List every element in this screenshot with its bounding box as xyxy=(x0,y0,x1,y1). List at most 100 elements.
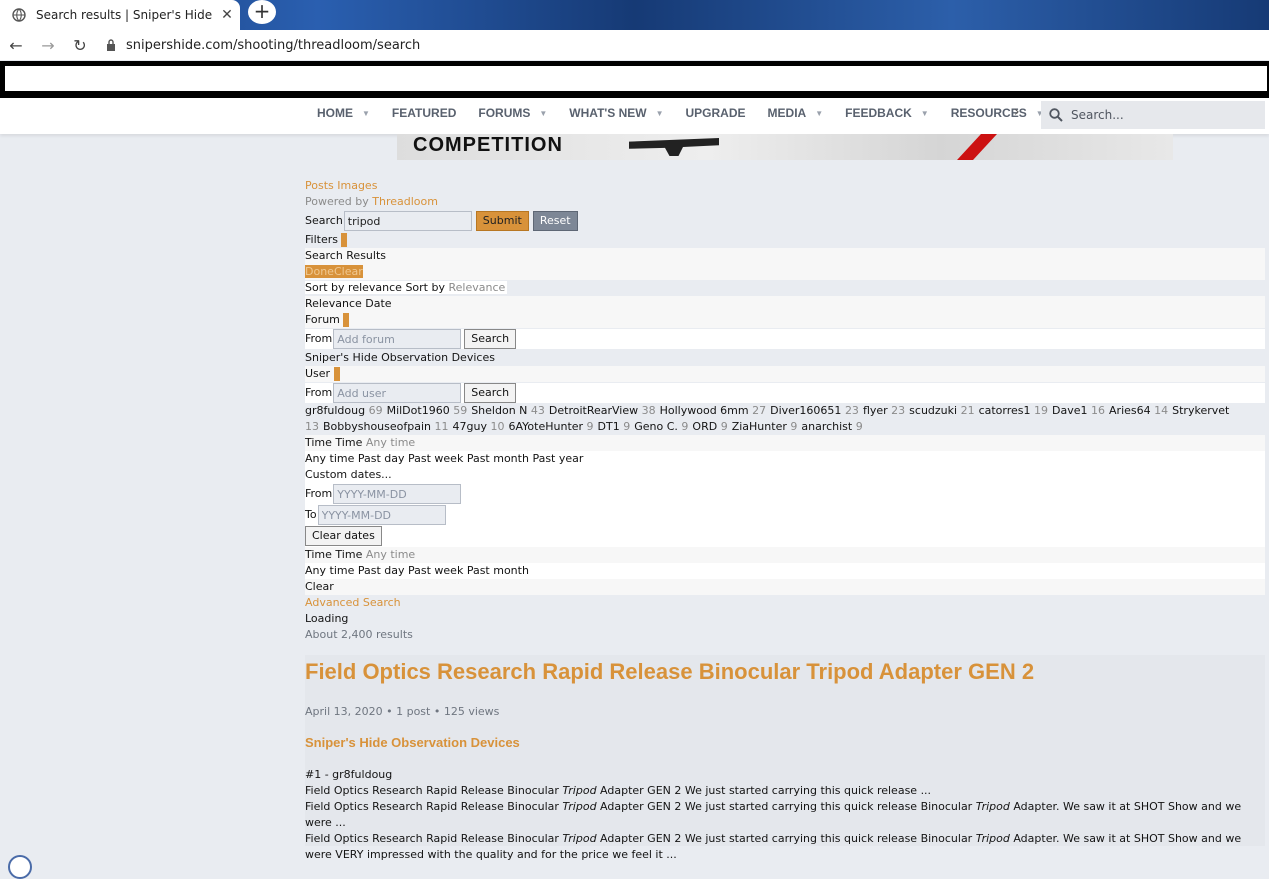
user-chevron-icon[interactable] xyxy=(333,367,340,381)
time-row-2[interactable]: Time Time Any time xyxy=(305,547,1265,563)
caret-down-icon[interactable]: ▼ xyxy=(921,109,929,118)
forum-toggle[interactable]: Forum xyxy=(305,312,1265,328)
date-from-input[interactable] xyxy=(333,484,462,504)
user-filter-item[interactable]: 6AYoteHunter xyxy=(508,420,583,433)
search-input[interactable] xyxy=(343,211,472,231)
user-filter-item[interactable]: Dave1 xyxy=(1052,404,1088,417)
add-forum-input[interactable] xyxy=(333,329,462,349)
snippet-1: Field Optics Research Rapid Release Bino… xyxy=(305,784,932,797)
nav-item-feedback[interactable]: FEEDBACK ▼ xyxy=(845,106,929,120)
close-icon[interactable]: ✕ xyxy=(214,7,240,23)
date-to-input[interactable] xyxy=(317,505,446,525)
scroll-indicator[interactable] xyxy=(8,855,32,879)
browser-tab[interactable]: Search results | Sniper's Hide For ✕ xyxy=(0,0,240,30)
reload-icon[interactable]: ↻ xyxy=(64,36,96,55)
blank-bar xyxy=(5,66,1267,91)
custom-dates[interactable]: Custom dates... xyxy=(305,467,1265,483)
user-filter-item[interactable]: flyer xyxy=(863,404,888,417)
user-filter-item[interactable]: Hollywood 6mm xyxy=(660,404,749,417)
nav-item-featured[interactable]: FEATURED xyxy=(392,106,456,120)
new-tab-button[interactable]: + xyxy=(248,0,276,24)
forum-search-button[interactable]: Search xyxy=(464,329,517,349)
time-options-2[interactable]: Any time Past day Past week Past month xyxy=(305,563,1265,579)
clear-dates-button[interactable]: Clear dates xyxy=(305,526,382,546)
date-to-label: To xyxy=(305,508,317,521)
filters-toggle[interactable]: Filters xyxy=(305,232,1265,248)
user-post-count: 9 xyxy=(681,420,689,433)
user-filter-item[interactable]: Strykervet xyxy=(1172,404,1229,417)
user-filter-item[interactable]: ZiaHunter xyxy=(732,420,787,433)
lock-icon xyxy=(107,39,115,51)
nav-item-upgrade[interactable]: UPGRADE xyxy=(686,106,746,120)
user-toggle[interactable]: User xyxy=(305,366,1265,382)
nav-item-home[interactable]: HOME ▼ xyxy=(317,106,370,120)
done-button[interactable]: Done xyxy=(305,265,334,278)
post-number: #1 - gr8fuldoug xyxy=(305,768,393,781)
user-filter-item[interactable]: Bobbyshouseofpain xyxy=(323,420,431,433)
caret-down-icon[interactable]: ▼ xyxy=(539,109,547,118)
advanced-search-link[interactable]: Advanced Search xyxy=(305,595,1265,611)
result-post[interactable]: #1 - gr8fuldoug Field Optics Research Ra… xyxy=(305,767,1265,863)
nav-item-forums[interactable]: FORUMS ▼ xyxy=(478,106,547,120)
user-from-label: From xyxy=(305,386,333,399)
caret-down-icon[interactable]: ▼ xyxy=(815,109,823,118)
submit-button[interactable]: Submit xyxy=(475,211,529,231)
search-tabs[interactable]: Posts Images xyxy=(305,178,1265,194)
search-row: Search SubmitReset xyxy=(305,211,1265,231)
clear-button[interactable]: Clear xyxy=(333,265,363,278)
user-search-button[interactable]: Search xyxy=(464,383,517,403)
nav-search-box[interactable]: Search... xyxy=(1041,101,1265,129)
chevron-right-icon[interactable]: › xyxy=(1014,104,1020,120)
user-filter-item[interactable]: DetroitRearView xyxy=(549,404,638,417)
user-filter-item[interactable]: Diver160651 xyxy=(770,404,841,417)
result-count: About 2,400 results xyxy=(305,628,413,641)
nav-item-what-s-new[interactable]: WHAT'S NEW ▼ xyxy=(569,106,663,120)
date-from-label: From xyxy=(305,487,333,500)
date-to-row: To xyxy=(305,504,1265,525)
nav-item-media[interactable]: MEDIA ▼ xyxy=(768,106,824,120)
user-filter-item[interactable]: Geno C. xyxy=(634,420,678,433)
competition-banner[interactable]: COMPETITION xyxy=(397,134,1173,160)
user-post-count: 9 xyxy=(790,420,798,433)
time-row-1[interactable]: Time Time Any time xyxy=(305,435,1265,451)
user-filter-item[interactable]: gr8fuldoug xyxy=(305,404,365,417)
user-filter-item[interactable]: MilDot1960 xyxy=(387,404,450,417)
reset-button[interactable]: Reset xyxy=(532,211,578,231)
forum-from-row: From Search xyxy=(305,329,1265,349)
done-clear-row: DoneClear xyxy=(305,264,1265,280)
nav-search-placeholder: Search... xyxy=(1071,108,1124,122)
user-filter-item[interactable]: 47guy xyxy=(453,420,487,433)
user-from-row: From Search xyxy=(305,383,1265,403)
user-post-count: 10 xyxy=(490,420,505,433)
user-post-count: 9 xyxy=(586,420,594,433)
forum-selected[interactable]: Sniper's Hide Observation Devices xyxy=(305,350,1265,366)
user-filter-item[interactable]: Sheldon N xyxy=(471,404,527,417)
sort-options[interactable]: Relevance Date xyxy=(305,296,1265,312)
add-user-input[interactable] xyxy=(333,383,462,403)
search-icon xyxy=(1049,108,1063,122)
nav-item-resources[interactable]: RESOURCES ▼ xyxy=(951,106,1044,120)
user-filter-item[interactable]: catorres1 xyxy=(979,404,1031,417)
time-options-1[interactable]: Any time Past day Past week Past month P… xyxy=(305,451,1265,467)
user-filter-item[interactable]: scudzuki xyxy=(909,404,957,417)
caret-down-icon[interactable]: ▼ xyxy=(362,109,370,118)
forward-icon[interactable]: → xyxy=(32,36,64,55)
sort-row[interactable]: Sort by relevance Sort by Relevance xyxy=(305,280,1265,296)
result-forum-link[interactable]: Sniper's Hide Observation Devices xyxy=(305,735,520,750)
result-title-link[interactable]: Field Optics Research Rapid Release Bino… xyxy=(305,659,1034,685)
user-filter-item[interactable]: anarchist xyxy=(801,420,852,433)
filters-chevron-icon[interactable] xyxy=(341,233,348,247)
user-filter-item[interactable]: DT1 xyxy=(598,420,620,433)
nav-menu: HOME ▼ FEATURED FORUMS ▼ WHAT'S NEW ▼ UPGRADE ME… xyxy=(306,98,1055,128)
back-icon[interactable]: ← xyxy=(0,36,32,55)
forum-chevron-icon[interactable] xyxy=(343,313,350,327)
caret-down-icon[interactable]: ▼ xyxy=(656,109,664,118)
url-field[interactable]: snipershide.com/shooting/threadloom/sear… xyxy=(106,38,420,53)
user-post-count: 14 xyxy=(1154,404,1169,417)
user-filter-item[interactable]: ORD xyxy=(692,420,717,433)
threadloom-link[interactable]: Threadloom xyxy=(372,195,438,208)
user-filter-item[interactable]: Aries64 xyxy=(1109,404,1151,417)
clear-link[interactable]: Clear xyxy=(305,579,1265,595)
user-post-count: 9 xyxy=(623,420,631,433)
banner-text: COMPETITION xyxy=(413,134,563,156)
